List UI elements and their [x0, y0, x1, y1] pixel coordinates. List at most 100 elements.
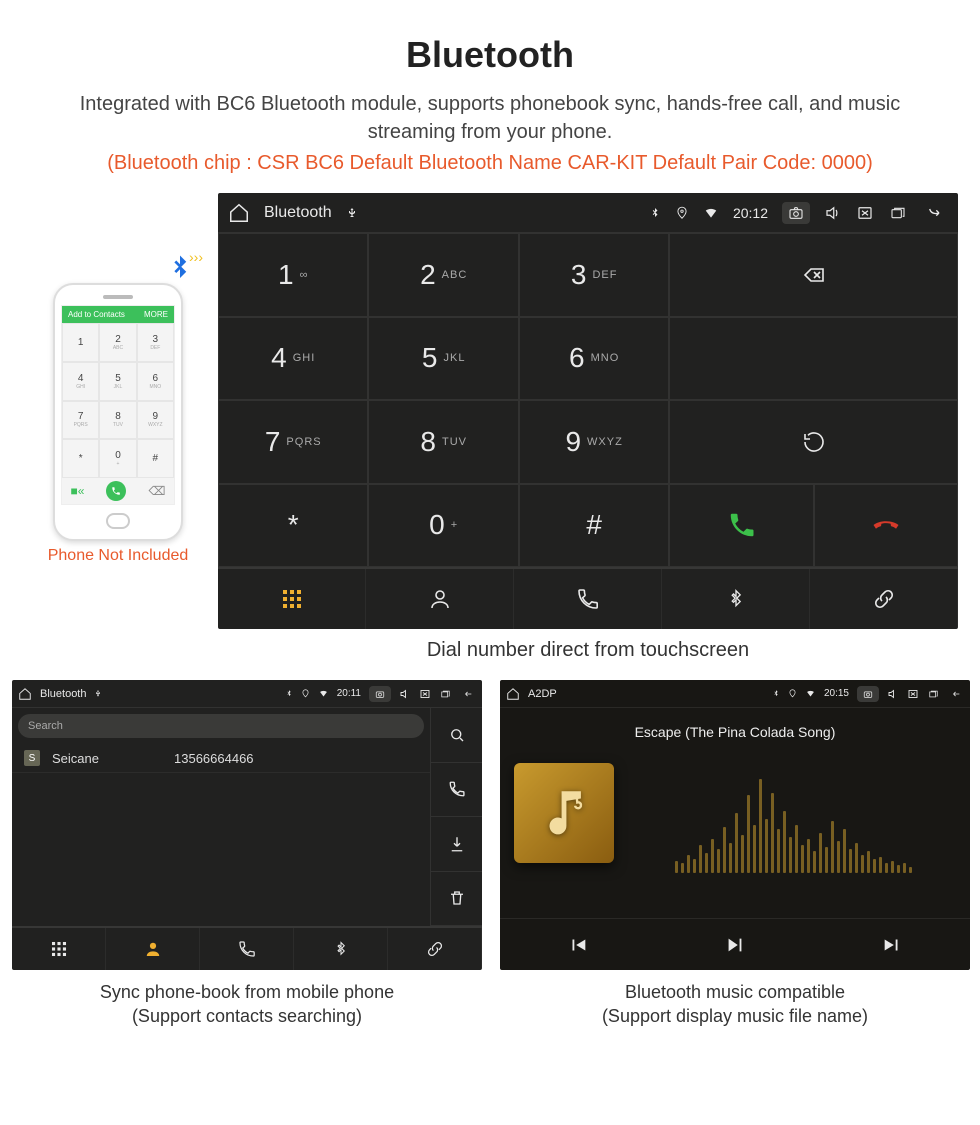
- tab-bluetooth-pair[interactable]: [294, 928, 388, 970]
- volume-icon[interactable]: [887, 688, 899, 700]
- close-apps-icon[interactable]: [419, 688, 431, 700]
- dial-keypad: 1∞2ABC3DEF 4GHI5JKL6MNO 7PQRS8TUV9WXYZ *0+#: [218, 233, 669, 567]
- dial-key-0[interactable]: 0+: [368, 484, 518, 568]
- phone-dial-button: [106, 481, 126, 501]
- dial-key-#[interactable]: #: [519, 484, 669, 568]
- tab-contacts[interactable]: [106, 928, 200, 970]
- album-art-icon: [514, 763, 614, 863]
- tab-bluetooth-pair[interactable]: [662, 569, 810, 629]
- prev-track-button[interactable]: [500, 919, 657, 970]
- backspace-button[interactable]: [669, 233, 958, 317]
- tab-recent-calls[interactable]: [200, 928, 294, 970]
- status-bar: Bluetooth 20:12: [218, 193, 958, 233]
- recent-apps-icon[interactable]: [439, 689, 452, 699]
- dialer-tabs: [218, 567, 958, 629]
- redial-button[interactable]: [669, 400, 958, 484]
- hangup-button[interactable]: [814, 484, 958, 568]
- close-apps-icon[interactable]: [907, 688, 919, 700]
- status-title: Bluetooth: [40, 688, 86, 700]
- bluetooth-icon: ›››: [165, 253, 195, 290]
- contacts-caption: Sync phone-book from mobile phone (Suppo…: [12, 980, 482, 1029]
- phone-bottom-bar: ■« ⌫: [62, 478, 174, 504]
- phone-key: 7PQRS: [62, 401, 99, 440]
- home-icon[interactable]: [228, 202, 250, 224]
- phone-screen-header: Add to Contacts MORE: [62, 306, 174, 323]
- bt-status-icon: [649, 205, 661, 221]
- headunit-dialer: Bluetooth 20:12 1∞2ABC3DEF 4GHI5JKL6MNO 7P…: [218, 193, 958, 629]
- screenshot-icon[interactable]: [369, 686, 391, 702]
- dial-key-6[interactable]: 6MNO: [519, 317, 669, 401]
- page-subtitle: Integrated with BC6 Bluetooth module, su…: [60, 90, 920, 146]
- contact-row-empty: [12, 914, 430, 926]
- phone-key: 0+: [99, 439, 136, 478]
- video-call-icon: ■«: [71, 484, 85, 498]
- play-pause-button[interactable]: [657, 919, 814, 970]
- tab-keypad[interactable]: [12, 928, 106, 970]
- back-icon[interactable]: [922, 205, 948, 221]
- dial-key-7[interactable]: 7PQRS: [218, 400, 368, 484]
- tab-settings-link[interactable]: [810, 569, 958, 629]
- phone-device: ››› Add to Contacts MORE 12ABC3DEF4GHI5J…: [53, 283, 183, 541]
- contact-initial-badge: S: [24, 750, 40, 766]
- back-icon[interactable]: [460, 689, 476, 699]
- phone-key: 4GHI: [62, 362, 99, 401]
- home-icon[interactable]: [18, 687, 32, 701]
- audio-visualizer: [630, 753, 956, 873]
- delete-contacts-icon[interactable]: [430, 872, 482, 927]
- phone-key: *: [62, 439, 99, 478]
- tab-keypad[interactable]: [218, 569, 366, 629]
- clock: 20:15: [824, 688, 849, 699]
- dial-key-3[interactable]: 3DEF: [519, 233, 669, 317]
- dialer-actions: [669, 233, 958, 567]
- dial-key-9[interactable]: 9WXYZ: [519, 400, 669, 484]
- phone-screen: Add to Contacts MORE 12ABC3DEF4GHI5JKL6M…: [61, 305, 175, 505]
- location-icon: [675, 205, 689, 221]
- next-track-button[interactable]: [813, 919, 970, 970]
- back-icon[interactable]: [948, 689, 964, 699]
- clock: 20:11: [337, 688, 361, 699]
- dial-key-1[interactable]: 1∞: [218, 233, 368, 317]
- contact-name: Seicane: [52, 751, 162, 766]
- dial-key-2[interactable]: 2ABC: [368, 233, 518, 317]
- wifi-icon: [318, 689, 329, 698]
- screenshot-icon[interactable]: [857, 686, 879, 702]
- phone-key: 2ABC: [99, 323, 136, 362]
- screenshot-icon[interactable]: [782, 202, 810, 224]
- volume-icon[interactable]: [399, 688, 411, 700]
- song-title: Escape (The Pina Colada Song): [500, 724, 970, 740]
- page-title: Bluetooth: [0, 34, 980, 76]
- dial-button[interactable]: [669, 484, 813, 568]
- usb-icon: [346, 205, 358, 221]
- close-apps-icon[interactable]: [856, 204, 874, 222]
- home-icon[interactable]: [506, 687, 520, 701]
- download-contacts-icon[interactable]: [430, 817, 482, 872]
- tab-recent-calls[interactable]: [514, 569, 662, 629]
- headunit-contacts: Bluetooth 20:11 Search S Seicane: [12, 680, 482, 970]
- dial-key-5[interactable]: 5JKL: [368, 317, 518, 401]
- contacts-caption-l1: Sync phone-book from mobile phone: [100, 982, 394, 1002]
- search-input[interactable]: Search: [18, 714, 424, 738]
- wifi-icon: [703, 206, 719, 220]
- search-icon[interactable]: [430, 708, 482, 763]
- status-title: A2DP: [528, 688, 557, 700]
- tab-contacts[interactable]: [366, 569, 514, 629]
- dial-key-*[interactable]: *: [218, 484, 368, 568]
- contact-row[interactable]: S Seicane 13566664466: [12, 744, 430, 773]
- recent-apps-icon[interactable]: [927, 689, 940, 699]
- recent-apps-icon[interactable]: [888, 205, 908, 221]
- phone-mock-column: ››› Add to Contacts MORE 12ABC3DEF4GHI5J…: [18, 253, 218, 565]
- a2dp-caption-l1: Bluetooth music compatible: [625, 982, 845, 1002]
- phone-backspace-icon: ⌫: [148, 484, 165, 498]
- tab-settings-link[interactable]: [388, 928, 482, 970]
- dial-key-8[interactable]: 8TUV: [368, 400, 518, 484]
- headunit-a2dp: A2DP 20:15 Escape (The Pina Colada Song): [500, 680, 970, 970]
- call-contact-icon[interactable]: [430, 763, 482, 818]
- contacts-side-actions: [430, 708, 482, 926]
- bt-status-icon: [772, 688, 780, 699]
- contacts-tabs: [12, 926, 482, 970]
- wifi-icon: [805, 689, 816, 698]
- status-bar: Bluetooth 20:11: [12, 680, 482, 708]
- location-icon: [301, 688, 310, 699]
- dial-key-4[interactable]: 4GHI: [218, 317, 368, 401]
- volume-icon[interactable]: [824, 204, 842, 222]
